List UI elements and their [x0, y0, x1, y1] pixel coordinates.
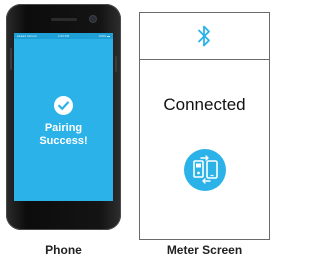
meter-screen: Connected — [139, 12, 270, 240]
meter-caption: Meter Screen — [166, 243, 243, 257]
checkmark-circle-icon — [54, 96, 73, 115]
phone-camera — [90, 16, 96, 22]
device-sync-icon — [184, 149, 226, 191]
phone-speaker — [51, 18, 77, 21]
pairing-message-line2: Success! — [39, 135, 88, 147]
bluetooth-icon — [198, 25, 210, 47]
meter-divider — [140, 59, 269, 60]
status-battery: 100% ▬ — [98, 34, 110, 38]
connection-status: Connected — [163, 95, 246, 114]
phone-volume-button — [10, 48, 12, 70]
pairing-success-message: Pairing Success! — [14, 122, 113, 148]
pairing-message-line1: Pairing — [44, 122, 83, 134]
phone-caption: Phone — [45, 243, 82, 257]
phone-power-button — [115, 56, 117, 72]
status-bar: ●●●●● Verizon 4:20 PM 100% ▬ — [14, 33, 113, 39]
phone-device: ●●●●● Verizon 4:20 PM 100% ▬ Pairing Suc… — [6, 4, 121, 230]
phone-screen: ●●●●● Verizon 4:20 PM 100% ▬ Pairing Suc… — [14, 33, 113, 201]
